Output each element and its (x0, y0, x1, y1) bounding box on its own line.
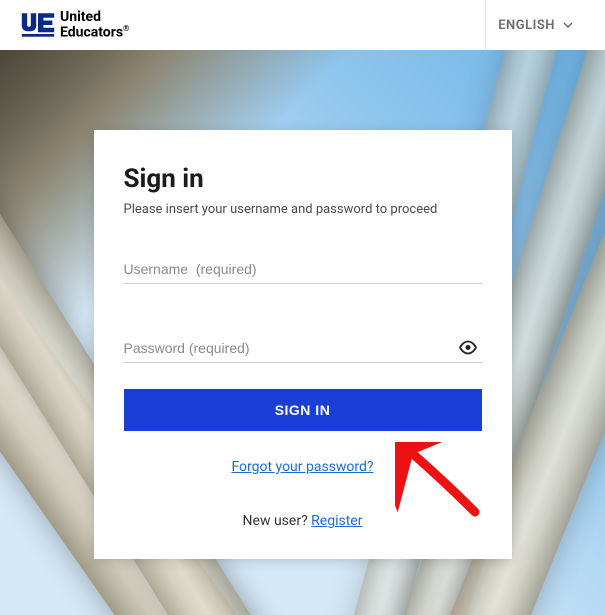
signin-button[interactable]: SIGN IN (124, 389, 482, 431)
language-label: ENGLISH (498, 18, 555, 33)
username-input[interactable] (124, 255, 482, 284)
register-link[interactable]: Register (311, 513, 362, 529)
card-title: Sign in (124, 164, 482, 194)
username-group (124, 255, 482, 284)
card-subtitle: Please insert your username and password… (124, 202, 482, 217)
password-group (124, 334, 482, 363)
language-selector[interactable]: ENGLISH (485, 0, 585, 50)
signin-card: Sign in Please insert your username and … (94, 130, 512, 559)
register-row: New user? Register (124, 513, 482, 529)
forgot-password-link[interactable]: Forgot your password? (124, 459, 482, 475)
logo-icon (20, 11, 56, 39)
brand-logo: United Educators® (20, 10, 129, 40)
new-user-text: New user? (243, 513, 312, 529)
chevron-down-icon (563, 22, 573, 28)
eye-icon (458, 340, 478, 354)
password-input[interactable] (124, 334, 482, 363)
logo-text: United Educators® (60, 10, 129, 40)
app-header: United Educators® ENGLISH (0, 0, 605, 50)
toggle-password-visibility[interactable] (458, 339, 478, 358)
